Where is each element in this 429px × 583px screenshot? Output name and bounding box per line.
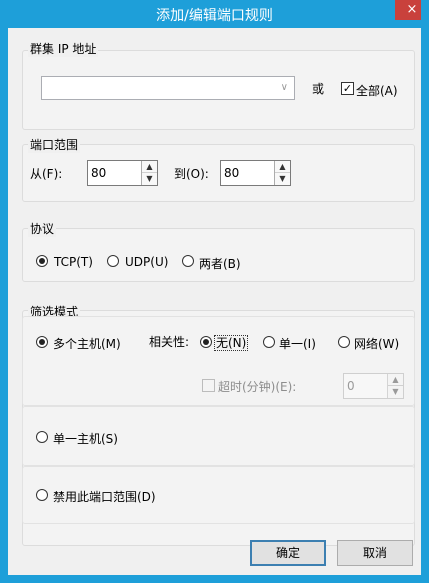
chevron-up-icon[interactable]: ▲ [388, 374, 403, 386]
affinity-network-label[interactable]: 网络(W) [354, 335, 399, 352]
protocol-group-label: 协议 [28, 220, 57, 237]
from-port-spin-buttons: ▲ ▼ [141, 161, 157, 185]
window-frame-bottom [0, 575, 429, 583]
affinity-none-label[interactable]: 无(N) [214, 334, 249, 351]
multiple-host-radio[interactable] [36, 336, 48, 348]
from-label: 从(F): [30, 167, 63, 181]
all-checkbox[interactable]: ✓ [341, 82, 354, 95]
chevron-down-icon[interactable]: ▼ [388, 386, 403, 398]
affinity-single-label[interactable]: 单一(I) [279, 335, 316, 352]
to-label: 到(O): [174, 167, 209, 181]
affinity-none-radio[interactable] [200, 336, 212, 348]
chevron-down-icon[interactable]: ∨ [281, 82, 288, 93]
protocol-tcp-label[interactable]: TCP(T) [54, 255, 93, 269]
close-icon[interactable]: × [407, 2, 418, 17]
multiple-host-label[interactable]: 多个主机(M) [53, 335, 121, 352]
window-frame-left [0, 0, 8, 583]
timeout-checkbox[interactable] [202, 379, 215, 392]
chevron-down-icon[interactable]: ▼ [275, 173, 290, 185]
from-port-stepper[interactable]: 80 ▲ ▼ [87, 160, 158, 186]
cluster-ip-group-label: 群集 IP 地址 [28, 40, 99, 57]
checkmark-icon: ✓ [342, 82, 353, 95]
chevron-down-icon[interactable]: ▼ [142, 173, 157, 185]
window-frame-right [421, 0, 429, 583]
from-port-value[interactable]: 80 [91, 166, 106, 180]
affinity-none-text[interactable]: 无(N) [214, 335, 249, 351]
single-host-label[interactable]: 单一主机(S) [53, 430, 118, 447]
cluster-ip-combo[interactable]: ∨ [41, 76, 295, 100]
protocol-both-label[interactable]: 两者(B) [199, 255, 241, 272]
timeout-label: 超时(分钟)(E): [218, 380, 297, 394]
timeout-stepper[interactable]: 0 ▲ ▼ [343, 373, 404, 399]
to-port-spin-buttons: ▲ ▼ [274, 161, 290, 185]
to-port-stepper[interactable]: 80 ▲ ▼ [220, 160, 291, 186]
affinity-label: 相关性: [149, 335, 190, 349]
protocol-both-radio[interactable] [182, 255, 194, 267]
dialog-client: 群集 IP 地址 ∨ 或 ✓ 全部(A) 端口范围 从(F): 80 ▲ ▼ 到… [8, 28, 421, 575]
port-range-group [22, 144, 415, 202]
disable-range-label[interactable]: 禁用此端口范围(D) [53, 488, 156, 505]
chevron-up-icon[interactable]: ▲ [142, 161, 157, 173]
chevron-up-icon[interactable]: ▲ [275, 161, 290, 173]
disable-range-radio[interactable] [36, 489, 48, 501]
affinity-network-radio[interactable] [338, 336, 350, 348]
protocol-udp-label[interactable]: UDP(U) [125, 255, 168, 269]
protocol-tcp-radio[interactable] [36, 255, 48, 267]
window-title: 添加/编辑端口规则 [156, 8, 273, 24]
title-bar: 添加/编辑端口规则 × [0, 0, 429, 28]
cancel-button[interactable]: 取消 [337, 540, 413, 566]
protocol-udp-radio[interactable] [107, 255, 119, 267]
to-port-value[interactable]: 80 [224, 166, 239, 180]
port-range-group-label: 端口范围 [28, 136, 81, 153]
single-host-radio[interactable] [36, 431, 48, 443]
timeout-spin-buttons: ▲ ▼ [387, 374, 403, 398]
affinity-single-radio[interactable] [263, 336, 275, 348]
timeout-value[interactable]: 0 [347, 379, 355, 393]
ok-button[interactable]: 确定 [250, 540, 326, 566]
all-checkbox-label[interactable]: 全部(A) [356, 82, 398, 99]
or-label: 或 [312, 82, 325, 96]
